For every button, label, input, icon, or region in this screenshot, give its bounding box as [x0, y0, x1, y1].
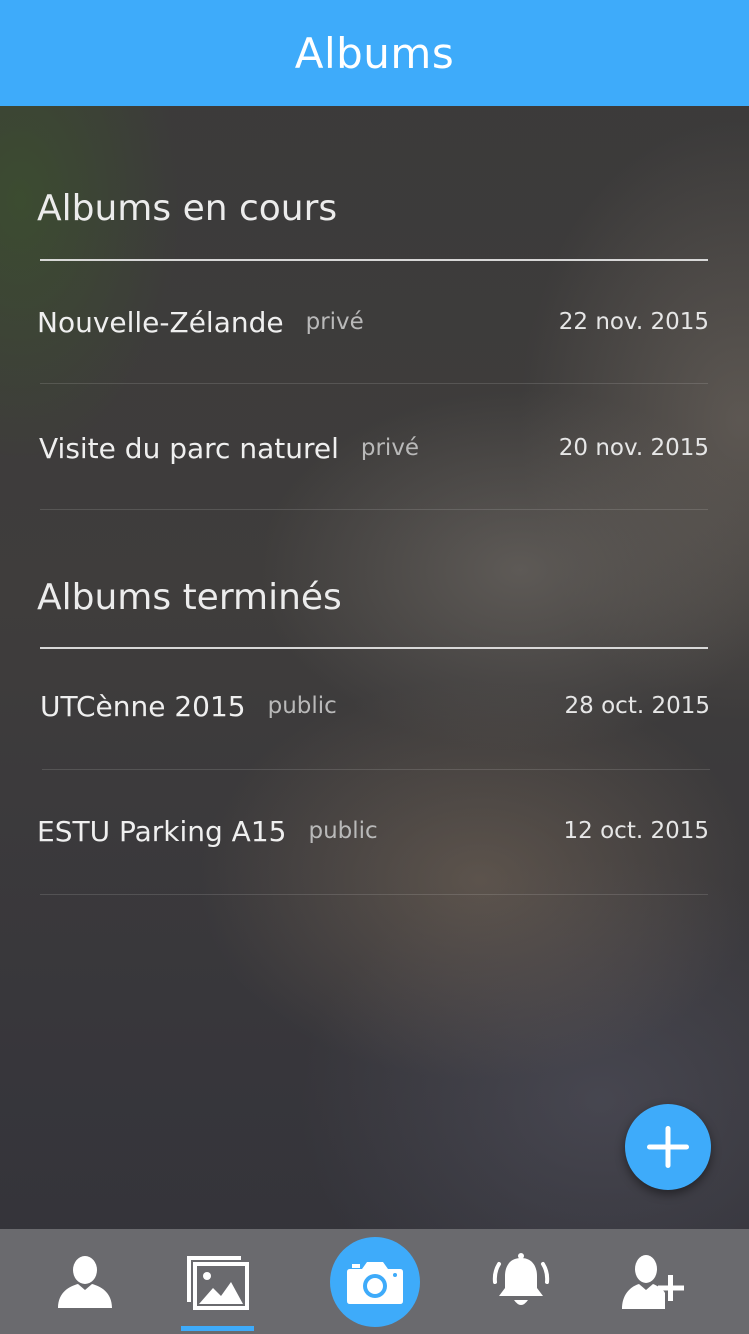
album-name: UTCènne 2015	[40, 689, 246, 723]
album-visibility: public	[267, 693, 337, 719]
tab-bar	[0, 1229, 749, 1334]
camera-icon	[347, 1261, 403, 1304]
notifications-bell-icon	[492, 1252, 550, 1305]
album-visibility: privé	[360, 435, 420, 461]
tab-albums[interactable]	[172, 1229, 262, 1334]
tab-add-friend[interactable]	[610, 1229, 700, 1334]
album-date: 28 oct. 2015	[564, 693, 710, 719]
albums-gallery-icon	[187, 1255, 249, 1310]
album-name: ESTU Parking A15	[37, 814, 287, 848]
album-row[interactable]: Nouvelle-Zélande privé 22 nov. 2015	[37, 292, 709, 352]
row-divider	[40, 894, 708, 895]
album-row[interactable]: ESTU Parking A15 public 12 oct. 2015	[37, 801, 709, 861]
album-row[interactable]: UTCènne 2015 public 28 oct. 2015	[40, 676, 710, 736]
album-date: 20 nov. 2015	[558, 435, 709, 461]
tab-profile[interactable]	[40, 1229, 130, 1334]
album-row[interactable]: Visite du parc naturel privé 20 nov. 201…	[39, 418, 709, 478]
plus-icon	[647, 1126, 689, 1168]
page-title: Albums	[294, 28, 455, 78]
album-name: Nouvelle-Zélande	[37, 305, 284, 339]
app-header: Albums	[0, 0, 749, 106]
album-visibility: public	[308, 818, 378, 844]
row-divider	[40, 509, 708, 510]
active-tab-indicator	[181, 1326, 254, 1331]
add-friend-icon	[622, 1254, 684, 1309]
camera-button[interactable]	[330, 1236, 420, 1327]
section-title-current: Albums en cours	[37, 188, 338, 229]
row-divider	[40, 383, 708, 384]
album-date: 12 oct. 2015	[563, 818, 709, 844]
album-visibility: privé	[305, 309, 364, 335]
section-divider	[40, 647, 708, 649]
section-title-finished: Albums terminés	[37, 577, 342, 618]
section-divider	[40, 259, 708, 261]
profile-icon	[58, 1255, 112, 1308]
row-divider	[42, 769, 710, 770]
tab-notifications[interactable]	[476, 1229, 566, 1334]
album-name: Visite du parc naturel	[39, 431, 339, 465]
add-album-button[interactable]	[625, 1104, 711, 1190]
album-date: 22 nov. 2015	[558, 309, 709, 335]
tab-camera[interactable]	[329, 1229, 421, 1334]
